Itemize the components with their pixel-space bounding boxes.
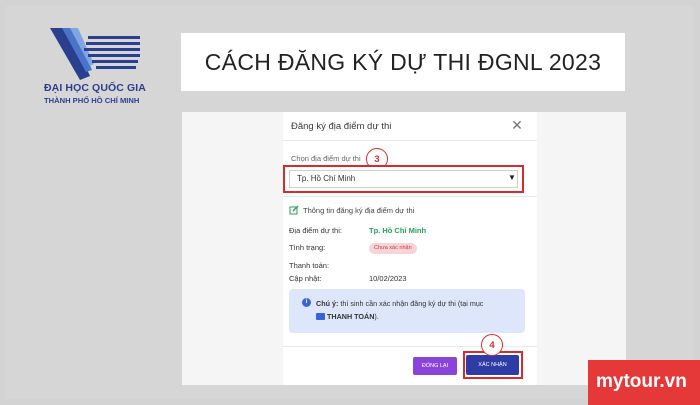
close-icon[interactable]: ✕ <box>509 117 525 133</box>
screenshot-panel: Đăng ký địa điểm dự thi ✕ Chọn địa điểm … <box>182 112 626 385</box>
info-heading: Thông tin đăng ký địa điểm dự thi <box>289 205 414 215</box>
row-label-location: Địa điểm dự thi: <box>289 226 342 235</box>
divider <box>283 196 537 197</box>
info-icon: i <box>302 298 311 307</box>
note-end: ). <box>374 312 379 321</box>
note-text: Chú ý: thí sinh cần xác nhận đăng ký dự … <box>316 297 521 323</box>
watermark-text: mytour.vn <box>596 371 687 392</box>
row-label-updated: Cập nhật: <box>289 274 322 283</box>
title-banner: CÁCH ĐĂNG KÝ DỰ THI ĐGNL 2023 <box>181 33 625 91</box>
confirm-button[interactable]: XÁC NHẬN <box>466 355 519 375</box>
row-value-updated: 10/02/2023 <box>369 274 407 283</box>
row-label-payment: Thanh toán: <box>289 261 330 270</box>
row-label-status: Tình trạng: <box>289 243 326 252</box>
divider <box>283 140 537 141</box>
vnuhcm-emblem-icon <box>50 28 140 80</box>
location-select[interactable]: Tp. Hồ Chí Minh ▼ <box>283 165 524 193</box>
page-title: CÁCH ĐĂNG KÝ DỰ THI ĐGNL 2023 <box>204 48 602 75</box>
note-box: i Chú ý: thí sinh cần xác nhận đăng ký d… <box>289 289 525 333</box>
payment-link[interactable]: THANH TOÁN <box>327 312 374 321</box>
logo-line-2: THÀNH PHỐ HỒ CHÍ MINH <box>44 96 140 105</box>
mytour-logo-icon: mytour.vn <box>588 360 700 405</box>
register-dialog: Đăng ký địa điểm dự thi ✕ Chọn địa điểm … <box>283 112 537 385</box>
dialog-title: Đăng ký địa điểm dự thi <box>291 121 392 132</box>
select-label: Chọn địa điểm dự thi <box>291 154 361 163</box>
note-body: thí sinh cần xác nhận đăng ký dự thi (tạ… <box>338 299 484 308</box>
select-field[interactable]: Tp. Hồ Chí Minh ▼ <box>289 170 518 188</box>
university-logo: ĐẠI HỌC QUỐC GIA THÀNH PHỐ HỒ CHÍ MINH <box>44 26 184 108</box>
select-value: Tp. Hồ Chí Minh <box>297 174 356 183</box>
chevron-down-icon[interactable]: ▼ <box>508 173 516 182</box>
step-4-badge: 4 <box>481 334 503 356</box>
info-heading-text: Thông tin đăng ký địa điểm dự thi <box>303 205 415 215</box>
close-button[interactable]: ĐÓNG LẠI <box>413 357 457 375</box>
logo-line-1: ĐẠI HỌC QUỐC GIA <box>44 82 146 94</box>
status-badge: Chưa xác nhận <box>369 243 417 254</box>
row-value-location: Tp. Hồ Chí Minh <box>369 226 427 235</box>
note-bold: Chú ý: <box>316 299 339 308</box>
card-icon <box>316 313 325 320</box>
mytour-watermark: mytour.vn <box>588 360 700 405</box>
edit-icon <box>289 205 299 215</box>
